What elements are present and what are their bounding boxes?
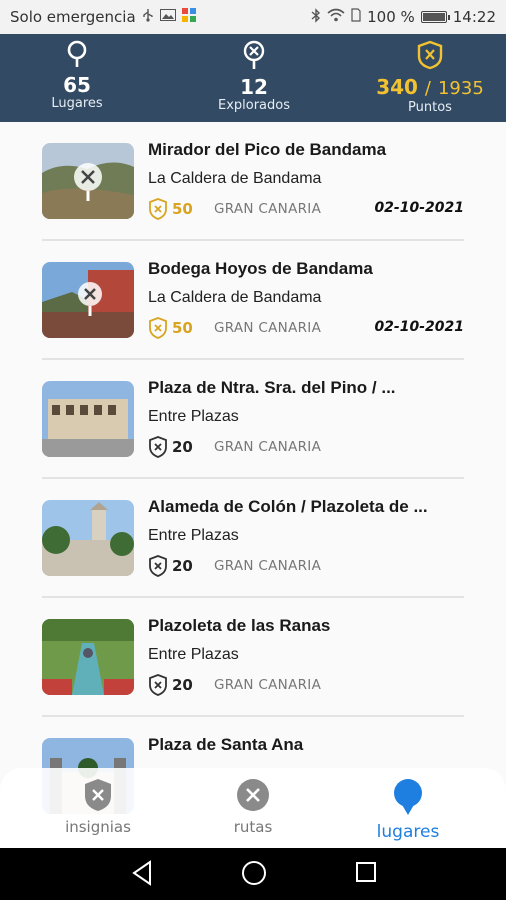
puntos-total: 1935 xyxy=(437,78,484,99)
battery-percent: 100 % xyxy=(367,8,415,26)
stats-header: 65 Lugares 12 Explorados 340 / 1935 Punt… xyxy=(0,34,506,122)
list-item[interactable]: Mirador del Pico de Bandama La Caldera d… xyxy=(42,122,464,241)
place-title: Plaza de Ntra. Sra. del Pino / ... xyxy=(148,378,396,397)
place-route: Entre Plazas xyxy=(148,408,239,425)
points-shield-icon xyxy=(148,674,168,696)
location-pin-icon xyxy=(42,40,112,72)
routes-icon xyxy=(236,779,270,816)
place-points: 20 xyxy=(172,557,193,575)
puntos-values: 340 / 1935 xyxy=(370,76,490,100)
points-shield-icon xyxy=(148,317,168,339)
lugares-count: 65 xyxy=(63,73,91,97)
place-route: Entre Plazas xyxy=(148,527,239,544)
place-route: La Caldera de Bandama xyxy=(148,170,322,187)
stat-puntos[interactable]: 340 / 1935 Puntos xyxy=(370,34,490,122)
place-title: Bodega Hoyos de Bandama xyxy=(148,259,373,278)
list-item[interactable]: Plazoleta de las Ranas Entre Plazas 20 G… xyxy=(42,598,464,717)
list-item[interactable]: Alameda de Colón / Plazoleta de ... Entr… xyxy=(42,479,464,598)
nav-insignias[interactable]: insignias xyxy=(48,778,148,836)
nav-lugares-label: lugares xyxy=(376,822,440,842)
status-left: Solo emergencia xyxy=(10,8,196,26)
place-region: GRAN CANARIA xyxy=(214,677,322,693)
badge-shield-icon xyxy=(83,779,113,816)
place-thumbnail xyxy=(42,500,134,576)
place-region: GRAN CANARIA xyxy=(214,201,322,217)
bottom-navigation: insignias rutas lugares xyxy=(0,768,506,848)
place-points: 20 xyxy=(172,676,193,694)
place-thumbnail xyxy=(42,262,134,338)
place-route: La Caldera de Bandama xyxy=(148,289,322,306)
system-nav-bar xyxy=(0,848,506,900)
place-meta: 20 GRAN CANARIA xyxy=(148,436,464,458)
list-item[interactable]: Bodega Hoyos de Bandama La Caldera de Ba… xyxy=(42,241,464,360)
place-region: GRAN CANARIA xyxy=(214,439,322,455)
home-icon[interactable] xyxy=(241,860,267,890)
points-shield-icon xyxy=(148,436,168,458)
recents-icon[interactable] xyxy=(354,860,378,888)
place-thumbnail xyxy=(42,143,134,219)
place-meta: 20 GRAN CANARIA xyxy=(148,674,464,696)
points-shield-icon xyxy=(148,198,168,220)
back-icon[interactable] xyxy=(130,860,154,890)
place-route: Entre Plazas xyxy=(148,646,239,663)
place-meta: 20 GRAN CANARIA xyxy=(148,555,464,577)
place-points: 20 xyxy=(172,438,193,456)
visit-date: 02-10-2021 xyxy=(374,319,464,335)
place-thumbnail xyxy=(42,619,134,695)
lugares-label: Lugares xyxy=(51,96,103,111)
usb-icon xyxy=(142,8,154,26)
place-title: Plaza de Santa Ana xyxy=(148,735,304,754)
sim-icon xyxy=(351,8,361,26)
status-right: 100 % 14:22 xyxy=(311,7,496,27)
bluetooth-icon xyxy=(311,7,321,27)
explorados-label: Explorados xyxy=(217,98,290,113)
place-thumbnail xyxy=(42,381,134,457)
place-region: GRAN CANARIA xyxy=(214,320,322,336)
places-pin-icon xyxy=(391,779,425,820)
place-title: Plazoleta de las Ranas xyxy=(148,616,331,635)
visit-date: 02-10-2021 xyxy=(374,200,464,216)
points-shield-icon xyxy=(148,555,168,577)
nav-rutas[interactable]: rutas xyxy=(203,778,303,836)
puntos-separator: / xyxy=(424,78,431,99)
place-title: Alameda de Colón / Plazoleta de ... xyxy=(148,497,428,516)
carrier-text: Solo emergencia xyxy=(10,8,136,26)
places-list[interactable]: Mirador del Pico de Bandama La Caldera d… xyxy=(0,122,506,848)
battery-icon xyxy=(420,11,450,23)
puntos-earned: 340 xyxy=(376,75,418,99)
stat-lugares[interactable]: 65 Lugares xyxy=(42,34,112,122)
place-points: 50 xyxy=(172,319,193,337)
nav-rutas-label: rutas xyxy=(233,818,273,836)
gallery-icon xyxy=(159,9,176,25)
place-title: Mirador del Pico de Bandama xyxy=(148,140,387,159)
wifi-icon xyxy=(327,8,345,26)
place-region: GRAN CANARIA xyxy=(214,558,322,574)
list-item[interactable]: Plaza de Ntra. Sra. del Pino / ... Entre… xyxy=(42,360,464,479)
explorados-count: 12 xyxy=(240,75,268,99)
nav-lugares[interactable]: lugares xyxy=(358,778,458,842)
app-grid-icon xyxy=(181,8,196,26)
place-points: 50 xyxy=(172,200,193,218)
shield-badge-icon xyxy=(370,40,490,74)
puntos-label: Puntos xyxy=(408,100,452,115)
stat-explorados[interactable]: 12 Explorados xyxy=(208,34,300,122)
clock: 14:22 xyxy=(452,8,496,26)
nav-insignias-label: insignias xyxy=(65,818,131,836)
explored-pin-icon xyxy=(208,40,300,74)
status-bar: Solo emergencia 100 % 14:22 xyxy=(0,0,506,34)
